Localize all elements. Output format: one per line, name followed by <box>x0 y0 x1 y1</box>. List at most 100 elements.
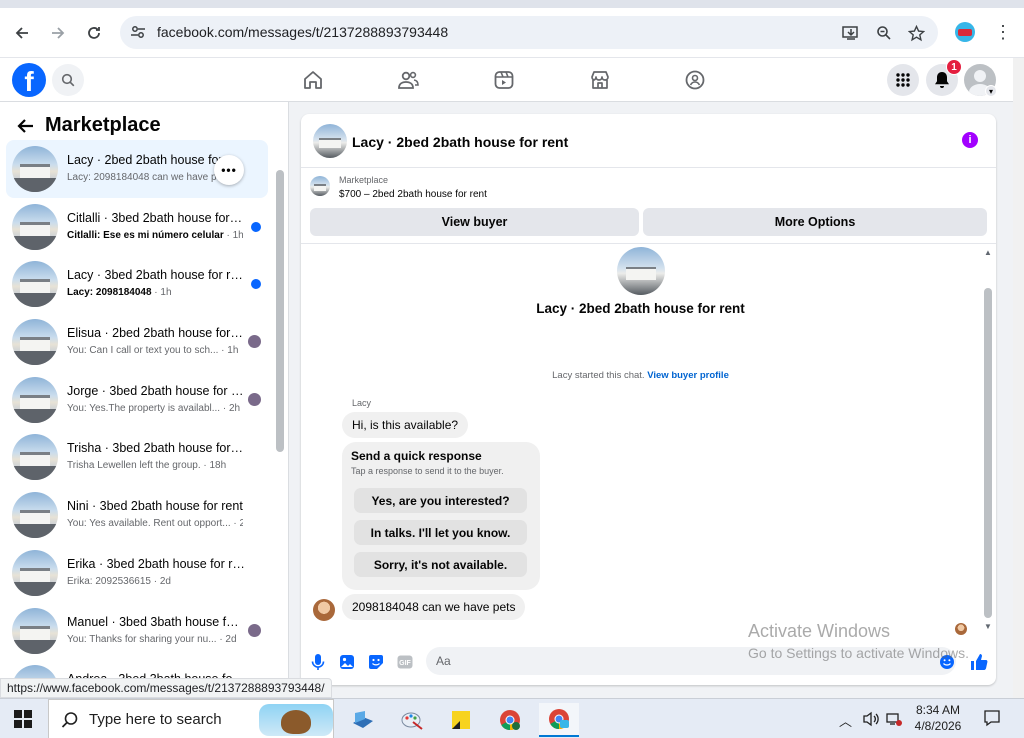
message-bubble[interactable]: 2098184048 can we have pets <box>342 594 526 620</box>
taskbar-app-chrome-icon[interactable] <box>490 703 530 737</box>
chat-name: Jorge · 3bed 2bath house for rent <box>67 383 245 398</box>
quick-response-sorry-button[interactable]: Sorry, it's not available. <box>354 552 527 577</box>
quick-response-talks-button[interactable]: In talks. I'll let you know. <box>354 520 527 545</box>
bookmark-star-icon[interactable] <box>906 23 926 43</box>
taskbar-app-sticky-notes-icon[interactable] <box>441 703 481 737</box>
message-bubble[interactable]: Hi, is this available? <box>342 412 469 438</box>
sidebar-scrollbar[interactable] <box>276 158 284 698</box>
reload-icon[interactable] <box>81 20 107 46</box>
back-arrow-icon[interactable] <box>9 20 35 46</box>
taskbar-app-paint-icon[interactable] <box>392 703 432 737</box>
browser-menu-icon[interactable]: ⋮ <box>994 22 1012 42</box>
page-scrollbar[interactable] <box>1013 58 1024 698</box>
chat-list-item[interactable]: Jorge · 3bed 2bath house for rent You: Ye… <box>6 371 268 429</box>
marketplace-icon[interactable] <box>588 68 612 92</box>
sticker-icon[interactable] <box>367 653 385 671</box>
chat-timestamp: · 2h <box>220 402 241 414</box>
install-app-icon[interactable] <box>841 23 861 43</box>
chat-list-item[interactable]: Trisha · 3bed 2bath house for rent Trisha… <box>6 428 268 486</box>
tray-chevron-up-icon[interactable]: ︿ <box>839 711 852 730</box>
listing-source: Marketplace <box>339 175 389 185</box>
listing-avatar-large <box>617 247 665 295</box>
view-buyer-button[interactable]: View buyer <box>310 208 639 236</box>
chat-list-item[interactable]: Lacy · 3bed 2bath house for rent Lacy: 20… <box>6 255 268 313</box>
home-icon[interactable] <box>301 68 325 92</box>
conversation-header: Lacy · 2bed 2bath house for rent i <box>301 114 996 168</box>
conversation-title[interactable]: Lacy · 2bed 2bath house for rent <box>352 134 568 150</box>
thumbs-up-icon[interactable] <box>970 653 988 671</box>
chat-list-item[interactable]: Nini · 3bed 2bath house for rent You: Yes… <box>6 486 268 544</box>
chat-listing-thumbnail <box>12 203 58 250</box>
chat-listing-thumbnail <box>12 376 58 423</box>
chat-timestamp: · 2d <box>233 518 243 530</box>
address-url: facebook.com/messages/t/2137288893793448 <box>157 24 449 40</box>
chat-snippet: Lacy: 2098184048 · 1h <box>67 287 243 298</box>
info-icon[interactable]: i <box>962 132 978 148</box>
clock-time: 8:34 AM <box>915 703 961 717</box>
seen-receipt-avatar <box>248 335 261 349</box>
gif-icon[interactable]: GIF <box>396 653 414 671</box>
search-icon[interactable] <box>52 64 84 96</box>
chat-name: Trisha · 3bed 2bath house for rent <box>67 441 245 456</box>
taskbar-search-box[interactable]: Type here to search <box>48 699 334 738</box>
scroll-down-arrow-icon[interactable]: ▼ <box>984 622 992 631</box>
chat-timestamp: · 1h <box>218 345 239 357</box>
quick-response-yes-button[interactable]: Yes, are you interested? <box>354 488 527 513</box>
groups-icon[interactable] <box>683 68 707 92</box>
site-settings-icon[interactable] <box>129 23 147 41</box>
account-chevron-down-icon[interactable]: ▾ <box>985 85 997 97</box>
marketplace-chat-sidebar: Marketplace Lacy · 2bed 2bath house for … <box>0 102 289 698</box>
search-icon <box>61 711 79 734</box>
chat-snippet: Citlalli: Ese es mi número celular · 1h <box>67 230 243 241</box>
sidebar-scroll-thumb[interactable] <box>276 170 284 452</box>
menu-grid-icon[interactable] <box>887 64 919 96</box>
taskbar-clock[interactable]: 8:34 AM 4/8/2026 <box>905 702 971 734</box>
message-input[interactable] <box>426 647 956 675</box>
microphone-icon[interactable] <box>309 653 327 671</box>
notifications-badge: 1 <box>946 59 962 75</box>
chat-timestamp: · 2d <box>216 633 237 645</box>
seen-receipt-avatar <box>248 392 261 406</box>
chat-snippet-text: Trisha Lewellen left the group. <box>67 460 201 472</box>
taskbar-app-pc-icon[interactable] <box>343 703 383 737</box>
volume-icon[interactable] <box>862 711 880 730</box>
network-icon[interactable] <box>886 711 902 730</box>
chat-snippet-text: You: Can I call or text you to sch... <box>67 345 219 357</box>
chat-timestamp: · 18h <box>200 460 227 472</box>
thread-title: Lacy · 2bed 2bath house for rent <box>536 301 745 316</box>
notification-center-icon[interactable] <box>983 709 1001 730</box>
clock-date: 4/8/2026 <box>914 719 962 733</box>
browser-profile-icon[interactable] <box>955 22 975 42</box>
scroll-up-arrow-icon[interactable]: ▲ <box>984 248 992 257</box>
more-options-button[interactable]: More Options <box>643 208 987 236</box>
photo-icon[interactable] <box>338 653 356 671</box>
windows-start-icon[interactable] <box>14 710 32 728</box>
chat-list-item[interactable]: Manuel · 3bed 3bath house for rent You: T… <box>6 602 268 660</box>
listing-price-title: $700 – 2bed 2bath house for rent <box>339 189 487 200</box>
facebook-top-nav: f 1 ▾ <box>0 58 1024 102</box>
chat-listing-thumbnail <box>12 492 58 539</box>
windows-taskbar: Type here to search ︿ 8:34 AM 4/8/2026 <box>0 698 1024 738</box>
chat-list-item[interactable]: Lacy · 2bed 2bath house for rent Lacy: 20… <box>6 140 268 198</box>
video-icon[interactable] <box>492 68 516 92</box>
listing-avatar[interactable] <box>313 124 347 158</box>
sender-avatar[interactable] <box>313 599 335 621</box>
chat-list-item[interactable]: Erika · 3bed 2bath house for rent Erika: … <box>6 544 268 602</box>
thread-scrollbar[interactable]: ▲ ▼ <box>984 244 992 634</box>
emoji-icon[interactable] <box>938 653 956 671</box>
zoom-icon[interactable] <box>874 23 894 43</box>
taskbar-app-chrome-active-icon[interactable] <box>539 703 579 737</box>
back-arrow-icon[interactable] <box>14 115 36 137</box>
friends-icon[interactable] <box>396 68 420 92</box>
thread-scroll-thumb[interactable] <box>984 288 992 618</box>
chat-snippet: You: Yes available. Rent out opport... ·… <box>67 518 243 529</box>
chat-list-item[interactable]: Elisua · 2bed 2bath house for rent You: C… <box>6 313 268 371</box>
view-buyer-profile-link[interactable]: View buyer profile <box>647 370 729 381</box>
forward-arrow-icon[interactable] <box>45 20 71 46</box>
conversation-pane: Lacy · 2bed 2bath house for rent i Marke… <box>301 114 996 685</box>
address-bar[interactable]: facebook.com/messages/t/2137288893793448 <box>120 16 938 49</box>
facebook-logo-icon[interactable]: f <box>12 63 46 97</box>
seen-receipt-avatar <box>955 623 967 635</box>
chat-list-item[interactable]: Citlalli · 3bed 2bath house for rent Citl… <box>6 198 268 256</box>
more-options-icon[interactable]: ••• <box>214 155 244 185</box>
